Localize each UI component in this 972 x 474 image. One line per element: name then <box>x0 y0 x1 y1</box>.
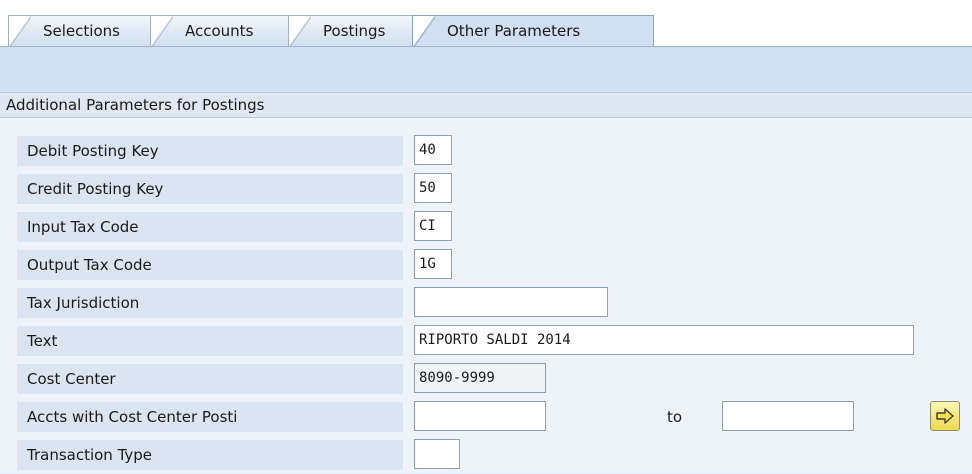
row-debit-posting-key: Debit Posting Key 40 <box>0 132 972 170</box>
cost-center-field[interactable]: 8090-9999 <box>414 363 546 393</box>
tab-other-parameters[interactable]: Other Parameters <box>412 15 654 47</box>
row-input-tax-code: Input Tax Code CI <box>0 208 972 246</box>
multiple-selection-button[interactable] <box>930 401 960 431</box>
tab-label: Postings <box>323 22 386 40</box>
section-header: Additional Parameters for Postings <box>0 92 972 118</box>
debit-posting-key-label: Debit Posting Key <box>17 136 403 166</box>
row-output-tax-code: Output Tax Code 1G <box>0 246 972 284</box>
tab-label: Other Parameters <box>447 22 581 40</box>
arrow-right-icon <box>936 408 954 424</box>
row-accts-cost-center: Accts with Cost Center Posti to <box>0 398 972 436</box>
tab-strip: Selections Accounts Postings Other Param… <box>0 0 972 47</box>
tab-selections[interactable]: Selections <box>8 15 164 47</box>
row-transaction-type: Transaction Type <box>0 436 972 474</box>
tab-edge <box>9 16 31 47</box>
accts-cost-center-from-field[interactable] <box>414 401 546 431</box>
accts-cost-center-label: Accts with Cost Center Posti <box>17 402 403 432</box>
cost-center-label: Cost Center <box>17 364 403 394</box>
section-title: Additional Parameters for Postings <box>6 96 265 114</box>
input-tax-code-label: Input Tax Code <box>17 212 403 242</box>
transaction-type-label: Transaction Type <box>17 440 403 470</box>
tax-jurisdiction-label: Tax Jurisdiction <box>17 288 403 318</box>
accts-cost-center-to-field[interactable] <box>722 401 854 431</box>
parameters-form: Debit Posting Key 40 Credit Posting Key … <box>0 118 972 473</box>
row-credit-posting-key: Credit Posting Key 50 <box>0 170 972 208</box>
tax-jurisdiction-field[interactable] <box>414 287 608 317</box>
tab-label: Selections <box>43 22 120 40</box>
transaction-type-field[interactable] <box>414 439 460 469</box>
credit-posting-key-label: Credit Posting Key <box>17 174 403 204</box>
text-label: Text <box>17 326 403 356</box>
row-cost-center: Cost Center 8090-9999 <box>0 360 972 398</box>
row-tax-jurisdiction: Tax Jurisdiction <box>0 284 972 322</box>
tab-content-band <box>0 46 972 92</box>
tab-accounts[interactable]: Accounts <box>150 15 300 47</box>
tab-edge <box>289 16 311 47</box>
tab-edge <box>151 16 173 47</box>
tab-postings[interactable]: Postings <box>288 15 418 47</box>
tab-label: Accounts <box>185 22 254 40</box>
output-tax-code-field[interactable]: 1G <box>414 249 452 279</box>
to-label: to <box>667 408 683 426</box>
output-tax-code-label: Output Tax Code <box>17 250 403 280</box>
credit-posting-key-field[interactable]: 50 <box>414 173 452 203</box>
text-field[interactable]: RIPORTO SALDI 2014 <box>414 325 914 355</box>
row-text: Text RIPORTO SALDI 2014 <box>0 322 972 360</box>
tab-edge <box>413 16 435 47</box>
debit-posting-key-field[interactable]: 40 <box>414 135 452 165</box>
input-tax-code-field[interactable]: CI <box>414 211 452 241</box>
